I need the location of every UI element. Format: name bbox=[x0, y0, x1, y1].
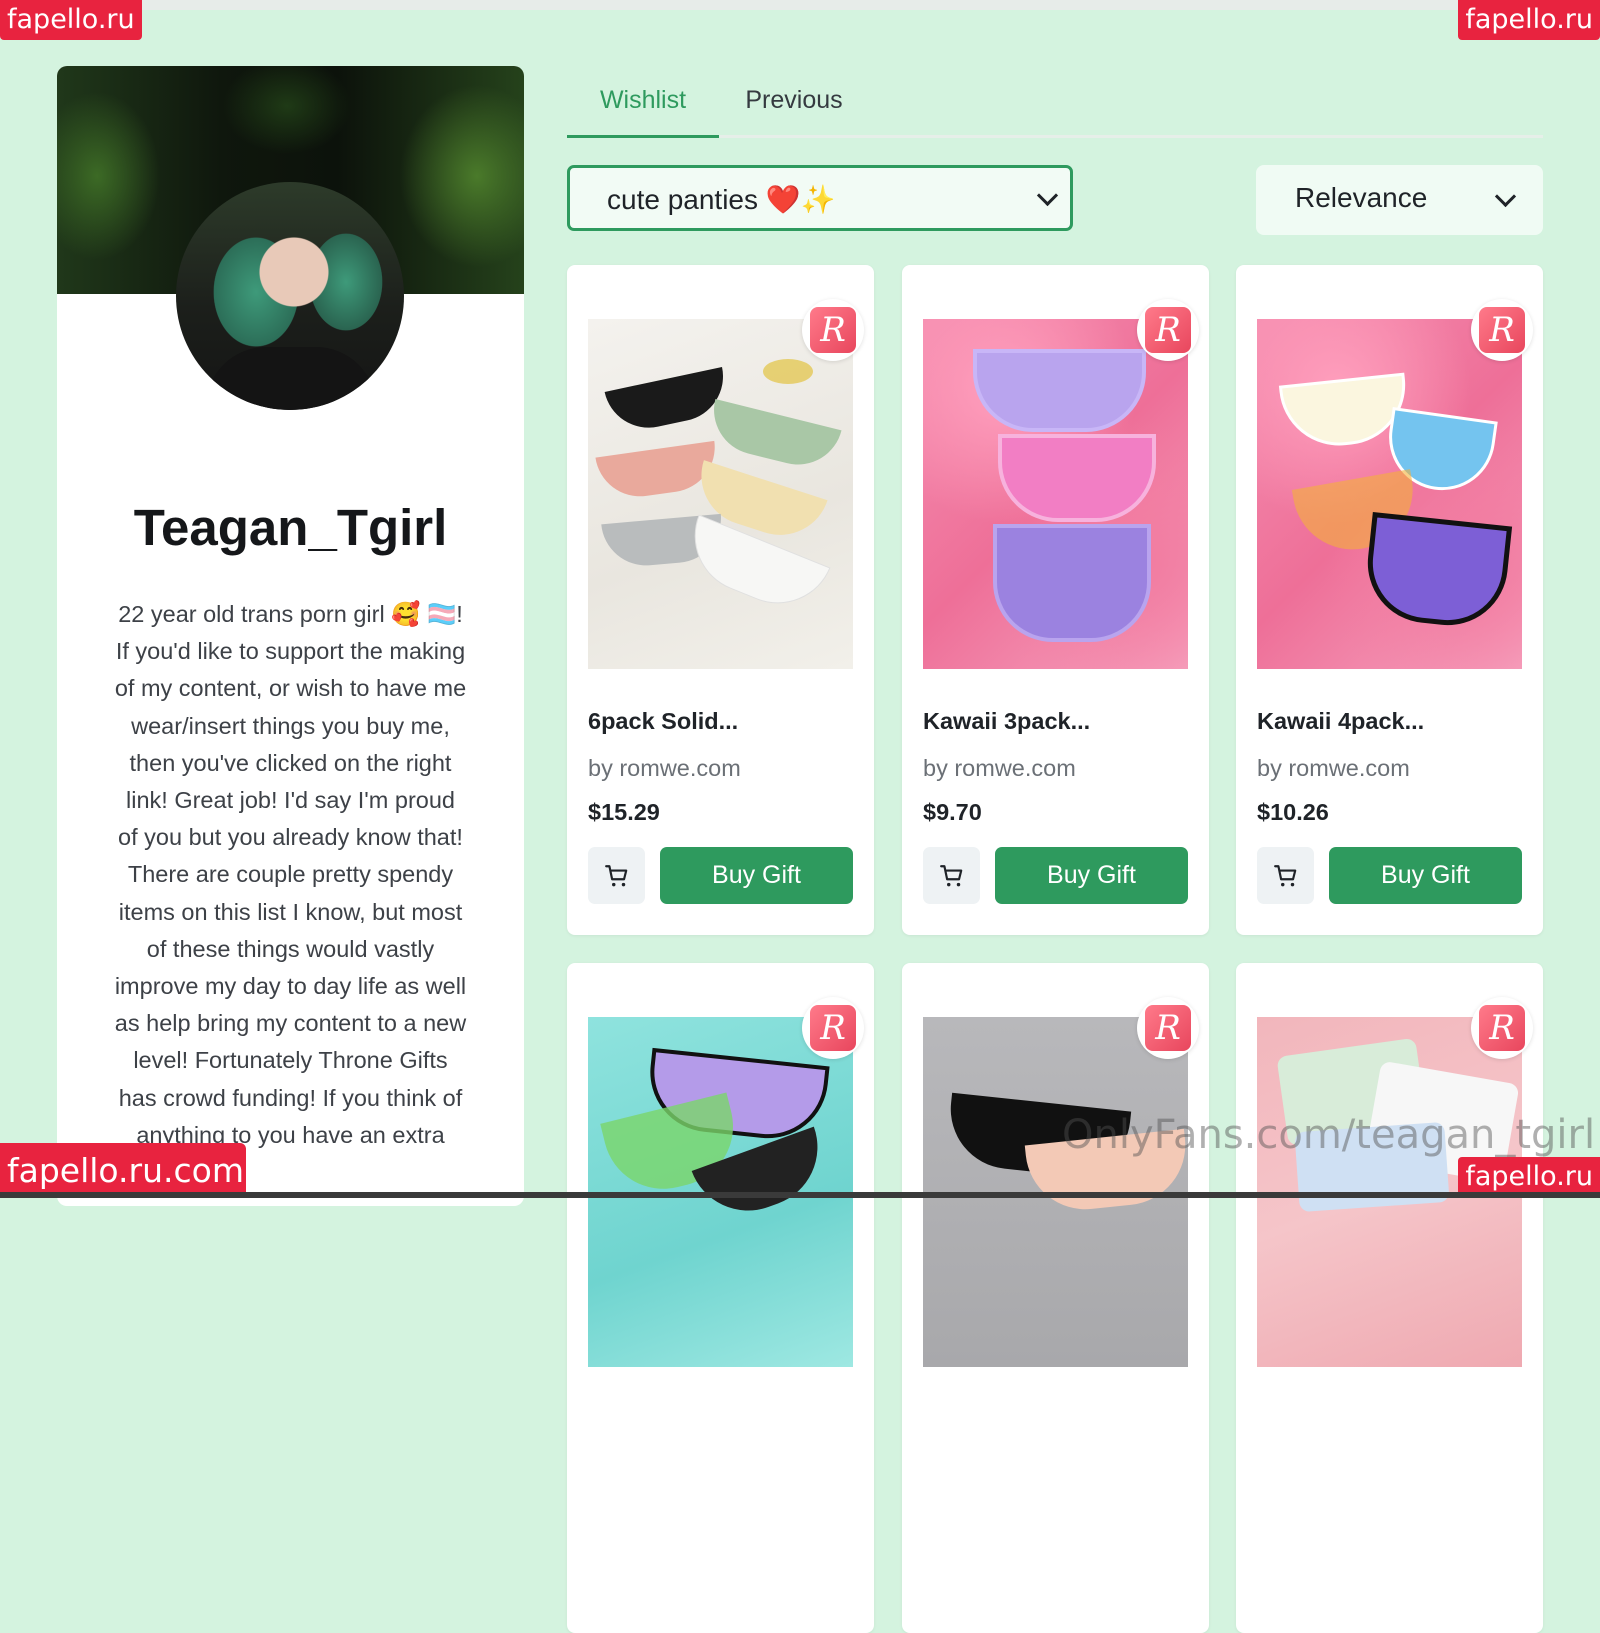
profile-bio: 22 year old trans porn girl 🥰 🏳️‍⚧️! If … bbox=[114, 601, 467, 1148]
product-price: $9.70 bbox=[923, 799, 982, 825]
profile-card: Teagan_Tgirl 22 year old trans porn girl… bbox=[57, 66, 524, 1206]
avatar bbox=[176, 182, 404, 410]
bottom-strip bbox=[0, 1192, 1600, 1198]
product-image[interactable] bbox=[588, 319, 853, 669]
sort-select[interactable]: Relevance bbox=[1256, 165, 1543, 235]
product-store: by romwe.com bbox=[923, 755, 1076, 781]
buy-gift-button[interactable]: Buy Gift bbox=[660, 847, 853, 904]
romwe-logo-icon: R bbox=[1479, 307, 1525, 353]
product-store: by romwe.com bbox=[588, 755, 741, 781]
retailer-badge: R bbox=[1471, 299, 1533, 361]
product-card[interactable]: R 6pack Solid... by romwe.com $15.29 Buy… bbox=[567, 265, 874, 935]
product-card[interactable]: R Kawaii 4pack... by romwe.com $10.26 Bu… bbox=[1236, 265, 1543, 935]
profile-username: Teagan_Tgirl bbox=[133, 499, 448, 556]
sort-select-value: Relevance bbox=[1295, 182, 1428, 213]
romwe-logo-icon: R bbox=[1479, 1005, 1525, 1051]
chevron-down-icon bbox=[1494, 185, 1517, 208]
romwe-logo-icon: R bbox=[810, 307, 856, 353]
onlyfans-watermark: OnlyFans.com/teagan_tgirl bbox=[1062, 1112, 1596, 1158]
retailer-badge: R bbox=[802, 997, 864, 1059]
tab-wishlist[interactable]: Wishlist bbox=[567, 80, 719, 138]
product-price: $10.26 bbox=[1257, 799, 1329, 825]
product-name[interactable]: Kawaii 4pack... bbox=[1257, 708, 1424, 735]
retailer-badge: R bbox=[802, 299, 864, 361]
retailer-badge: R bbox=[1137, 997, 1199, 1059]
buy-gift-button[interactable]: Buy Gift bbox=[1329, 847, 1522, 904]
category-select[interactable]: cute panties ❤️✨ bbox=[567, 165, 1073, 231]
product-image[interactable] bbox=[1257, 319, 1522, 669]
product-name[interactable]: 6pack Solid... bbox=[588, 708, 738, 735]
watermark-top-right: fapello.ru bbox=[1458, 0, 1600, 40]
chevron-down-icon bbox=[1036, 184, 1059, 207]
buy-gift-button[interactable]: Buy Gift bbox=[995, 847, 1188, 904]
product-card[interactable]: R bbox=[567, 963, 874, 1633]
product-card[interactable]: R Kawaii 3pack... by romwe.com $9.70 Buy… bbox=[902, 265, 1209, 935]
product-card[interactable]: R bbox=[902, 963, 1209, 1633]
watermark-bottom-left: fapello.ru.com bbox=[0, 1143, 246, 1198]
avatar-shirt bbox=[206, 347, 376, 410]
product-card[interactable]: R bbox=[1236, 963, 1543, 1633]
tab-previous[interactable]: Previous bbox=[719, 80, 869, 135]
cart-icon bbox=[1274, 865, 1297, 887]
retailer-badge: R bbox=[1137, 299, 1199, 361]
tab-bar: Wishlist Previous bbox=[567, 80, 1543, 138]
product-image[interactable] bbox=[923, 319, 1188, 669]
cart-icon bbox=[940, 865, 963, 887]
cart-icon bbox=[605, 865, 628, 887]
watermark-top-left: fapello.ru bbox=[0, 0, 142, 40]
category-select-value: cute panties ❤️✨ bbox=[607, 184, 836, 215]
romwe-logo-icon: R bbox=[1145, 307, 1191, 353]
add-to-cart-button[interactable] bbox=[588, 847, 645, 904]
product-price: $15.29 bbox=[588, 799, 660, 825]
romwe-logo-icon: R bbox=[810, 1005, 856, 1051]
top-bar bbox=[0, 0, 1600, 10]
product-store: by romwe.com bbox=[1257, 755, 1410, 781]
add-to-cart-button[interactable] bbox=[923, 847, 980, 904]
romwe-logo-icon: R bbox=[1145, 1005, 1191, 1051]
product-name[interactable]: Kawaii 3pack... bbox=[923, 708, 1090, 735]
add-to-cart-button[interactable] bbox=[1257, 847, 1314, 904]
retailer-badge: R bbox=[1471, 997, 1533, 1059]
